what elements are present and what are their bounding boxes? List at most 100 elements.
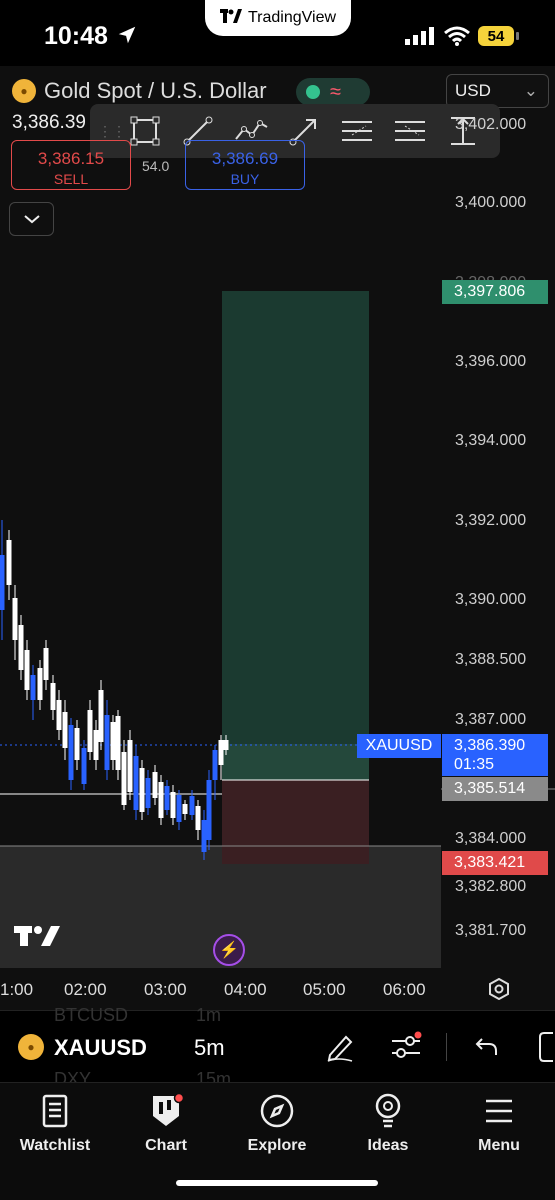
- price-axis-label: 3,392.000: [455, 512, 527, 529]
- symbol-selector[interactable]: XAUUSD: [54, 1035, 147, 1061]
- gold-coin-icon: ●: [18, 1034, 44, 1060]
- timeframe-selector[interactable]: 5m: [194, 1035, 225, 1061]
- price-axis-label: 3,394.000: [455, 432, 527, 449]
- candle-body: [195, 806, 201, 830]
- candle-body: [81, 748, 87, 784]
- candle-body: [170, 792, 176, 818]
- chevron-down-icon: [23, 215, 40, 224]
- price-axis-label: 3,400.000: [455, 194, 527, 211]
- candle-body: [206, 780, 212, 840]
- buy-label: BUY: [230, 171, 260, 187]
- gold-coin-icon: ●: [12, 79, 36, 103]
- candle-body: [56, 700, 62, 730]
- watchlist-icon: [42, 1094, 68, 1128]
- candle-body: [133, 756, 139, 810]
- candle-body: [74, 728, 80, 760]
- price-axis-label: 3,387.000: [455, 711, 527, 728]
- tab-menu-label: Menu: [478, 1137, 520, 1154]
- candle-body: [50, 683, 56, 710]
- target-price-tag[interactable]: 3,397.806: [442, 280, 548, 304]
- hamburger-menu-icon: [486, 1099, 512, 1123]
- candle-body: [127, 740, 133, 792]
- chart-tab-icon: [153, 1094, 185, 1126]
- tab-chart[interactable]: Chart: [116, 1093, 216, 1155]
- currency-select[interactable]: USD ⌄: [446, 74, 549, 108]
- short-position-tool-icon[interactable]: [383, 104, 436, 158]
- symbol-price-tag: XAUUSD: [357, 734, 441, 758]
- candle-body: [0, 555, 5, 610]
- price-axis-label: 3,382.800: [455, 878, 527, 895]
- candle-body: [218, 740, 224, 765]
- flash-icon[interactable]: ⚡: [213, 934, 245, 966]
- candle-body: [62, 712, 68, 748]
- current-price-tag: 3,386.390 01:35: [442, 734, 548, 776]
- indicators-icon[interactable]: [390, 1031, 424, 1063]
- market-status-pill[interactable]: ≈: [296, 78, 370, 106]
- time-axis-label: 03:00: [144, 980, 187, 999]
- candles: [0, 520, 229, 860]
- tab-ideas[interactable]: Ideas: [338, 1093, 438, 1155]
- candle-body: [68, 725, 74, 780]
- price-axis-label: 3,384.000: [455, 830, 527, 847]
- time-axis-label: 05:00: [303, 980, 346, 999]
- stop-zone[interactable]: [222, 780, 369, 864]
- collapse-button[interactable]: [9, 202, 54, 236]
- chart-settings-icon[interactable]: [488, 978, 510, 1000]
- buy-price: 3,386.69: [211, 149, 279, 168]
- candle-body: [201, 820, 207, 852]
- tab-watchlist[interactable]: Watchlist: [5, 1093, 105, 1155]
- price-axis-label: 3,402.000: [455, 116, 527, 133]
- indicator-wave-icon: ≈: [330, 80, 341, 103]
- time-axis-label: 04:00: [224, 980, 267, 999]
- candle-body: [152, 772, 158, 798]
- entry-price-tag[interactable]: 3,385.514: [442, 777, 548, 801]
- candle-body: [98, 690, 104, 742]
- candle-body: [182, 804, 188, 814]
- price-axis-label: 3,388.500: [455, 651, 527, 668]
- drawing-pen-icon[interactable]: [324, 1031, 356, 1063]
- price-axis-label: 3,381.700: [455, 922, 527, 939]
- compass-icon: [260, 1094, 294, 1128]
- tab-chart-label: Chart: [145, 1137, 187, 1154]
- candle-body: [18, 625, 24, 670]
- sell-button[interactable]: 3,386.15 SELL: [11, 140, 131, 190]
- candle-body: [104, 715, 110, 770]
- long-position-tool-icon[interactable]: [330, 104, 383, 158]
- candle-body: [6, 540, 12, 585]
- tab-ideas-label: Ideas: [367, 1137, 409, 1154]
- stop-price-tag[interactable]: 3,383.421: [442, 851, 548, 875]
- price-axis-label: 3,396.000: [455, 353, 527, 370]
- tab-explore[interactable]: Explore: [227, 1093, 327, 1155]
- candle-body: [30, 675, 36, 700]
- candle-body: [189, 796, 195, 815]
- ghost-symbol-top: BTCUSD: [54, 1005, 129, 1025]
- candle-body: [115, 716, 121, 770]
- undo-icon[interactable]: [474, 1031, 500, 1061]
- sell-price: 3,386.15: [37, 149, 105, 168]
- buy-button[interactable]: 3,386.69 BUY: [185, 140, 305, 190]
- tab-menu[interactable]: Menu: [449, 1093, 549, 1155]
- chevron-down-icon: ⌄: [523, 81, 538, 100]
- spread-value: 54.0: [142, 158, 170, 174]
- symbol-title-row[interactable]: ● Gold Spot / U.S. Dollar: [12, 78, 267, 104]
- ghost-timeframe-top: 1m: [196, 1005, 222, 1025]
- fullscreen-icon[interactable]: [538, 1031, 555, 1063]
- lightbulb-icon: [375, 1093, 401, 1128]
- symbol-title: Gold Spot / U.S. Dollar: [44, 78, 267, 103]
- sell-label: SELL: [53, 171, 89, 187]
- toolbar-separator: [446, 1033, 447, 1061]
- candle-body: [12, 598, 18, 640]
- time-axis-label: 02:00: [64, 980, 107, 999]
- target-zone[interactable]: [222, 291, 369, 780]
- candle-body: [37, 668, 43, 700]
- symbol-bar[interactable]: BTCUSD 1m DXY 15m ● XAUUSD 5m: [0, 1005, 555, 1089]
- current-price: 3,386.390: [454, 737, 526, 754]
- last-price: 3,386.39: [12, 112, 86, 133]
- home-indicator: [176, 1180, 378, 1186]
- candle-body: [223, 740, 229, 750]
- candle-body: [87, 710, 93, 752]
- bar-countdown: 01:35: [454, 756, 495, 773]
- candle-body: [110, 722, 116, 760]
- drag-handle-icon[interactable]: ⋮⋮: [98, 123, 126, 140]
- currency-value: USD: [455, 81, 491, 100]
